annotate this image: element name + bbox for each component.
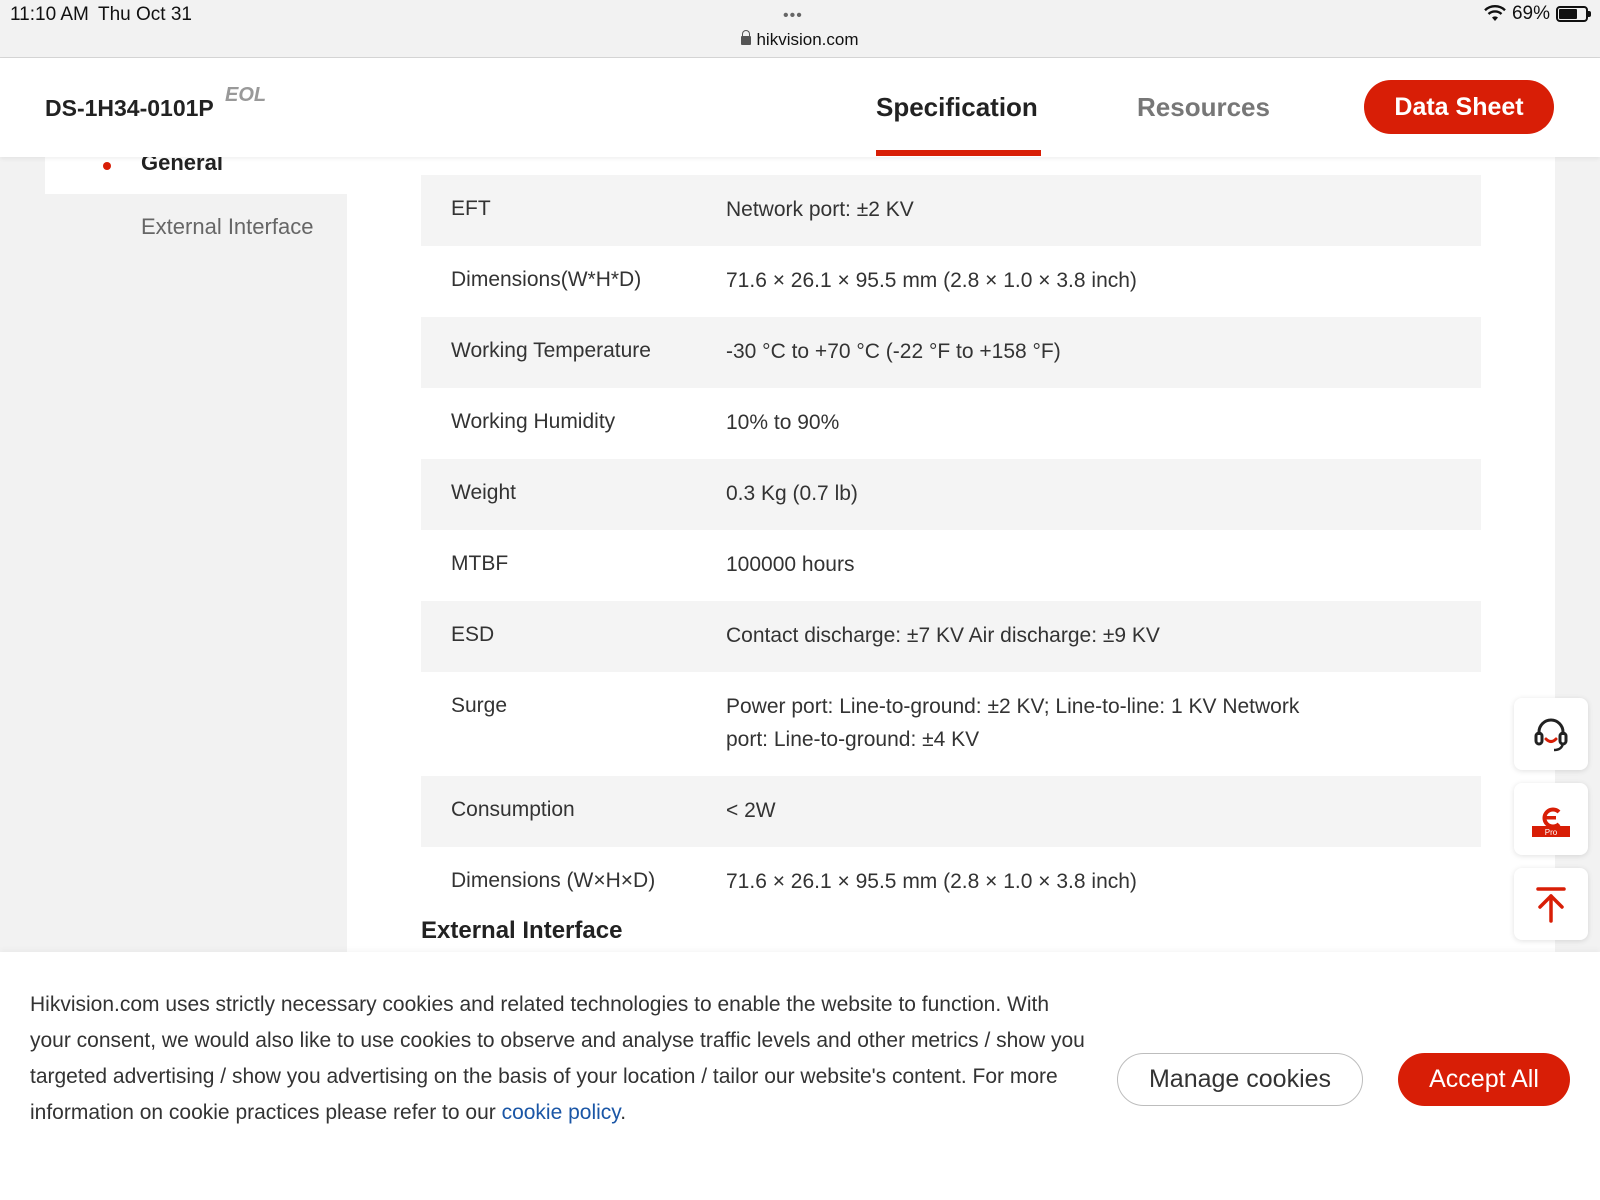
spec-value: Network port: ±2 KV bbox=[726, 198, 914, 221]
battery-level-fill bbox=[1559, 9, 1577, 19]
spec-value: < 2W bbox=[726, 799, 776, 822]
spec-key: Working Humidity bbox=[451, 410, 616, 433]
pro-app-icon: Pro bbox=[1532, 807, 1570, 837]
tab-resources[interactable]: Resources bbox=[1137, 92, 1270, 123]
spec-value: Power port: Line-to-ground: ±2 KV; Line-… bbox=[726, 695, 1300, 751]
support-button[interactable] bbox=[1514, 698, 1588, 770]
sidebar-item-external-interface[interactable]: External Interface bbox=[141, 214, 313, 240]
table-row: Weight 0.3 Kg (0.7 lb) bbox=[421, 459, 1481, 530]
cookie-message: Hikvision.com uses strictly necessary co… bbox=[30, 987, 1090, 1131]
address-bar[interactable]: hikvision.com bbox=[0, 30, 1600, 50]
manage-cookies-button[interactable]: Manage cookies bbox=[1117, 1053, 1363, 1106]
spec-content: EFT Network port: ±2 KV Dimensions(W*H*D… bbox=[347, 157, 1555, 952]
wifi-icon bbox=[1484, 5, 1506, 21]
section-title-external-interface: External Interface bbox=[421, 917, 623, 944]
status-indicators: 69% bbox=[1484, 3, 1591, 25]
spec-value: -30 °C to +70 °C (-22 °F to +158 °F) bbox=[726, 340, 1061, 363]
status-date: Thu Oct 31 bbox=[98, 4, 192, 25]
active-dot-icon bbox=[103, 162, 111, 170]
battery-icon bbox=[1556, 6, 1591, 22]
spec-key: Dimensions (W×H×D) bbox=[451, 869, 656, 892]
product-model: DS-1H34-0101P bbox=[45, 95, 214, 121]
battery-percent: 69% bbox=[1511, 3, 1550, 24]
pro-label: Pro bbox=[1545, 828, 1558, 837]
spec-key: Dimensions(W*H*D) bbox=[451, 268, 642, 291]
status-bar: 11:10 AM Thu Oct 31 ••• hikvision.com 69… bbox=[0, 0, 1600, 58]
table-row: Consumption < 2W bbox=[421, 776, 1481, 847]
spec-key: EFT bbox=[451, 197, 491, 220]
table-row: Dimensions (W×H×D) 71.6 × 26.1 × 95.5 mm… bbox=[421, 847, 1481, 918]
spec-value: 71.6 × 26.1 × 95.5 mm (2.8 × 1.0 × 3.8 i… bbox=[726, 870, 1137, 893]
table-row: ESD Contact discharge: ±7 KV Air dischar… bbox=[421, 601, 1481, 672]
table-row: MTBF 100000 hours bbox=[421, 530, 1481, 601]
cookie-policy-link[interactable]: cookie policy bbox=[502, 1101, 621, 1124]
table-row: Working Temperature -30 °C to +70 °C (-2… bbox=[421, 317, 1481, 388]
spec-key: MTBF bbox=[451, 552, 509, 575]
spec-key: Consumption bbox=[451, 798, 575, 821]
spec-value: 0.3 Kg (0.7 lb) bbox=[726, 482, 858, 505]
eol-badge: EOL bbox=[225, 84, 267, 106]
active-tab-indicator bbox=[876, 150, 1041, 156]
spec-sidebar: General External Interface bbox=[45, 150, 347, 950]
headset-icon bbox=[1534, 718, 1568, 752]
product-header: DS-1H34-0101P EOL Specification Resource… bbox=[0, 58, 1600, 157]
table-row: Dimensions(W*H*D) 71.6 × 26.1 × 95.5 mm … bbox=[421, 246, 1481, 317]
table-row: EFT Network port: ±2 KV bbox=[421, 175, 1481, 246]
status-time: 11:10 AM bbox=[10, 4, 89, 25]
address-url: hikvision.com bbox=[756, 30, 859, 49]
data-sheet-button[interactable]: Data Sheet bbox=[1364, 80, 1554, 134]
cookie-banner: Hikvision.com uses strictly necessary co… bbox=[0, 952, 1600, 1200]
spec-key: Surge bbox=[451, 694, 508, 717]
browser-menu-dots[interactable]: ••• bbox=[783, 7, 803, 25]
spec-key: Weight bbox=[451, 481, 516, 504]
table-row: Surge Power port: Line-to-ground: ±2 KV;… bbox=[421, 672, 1481, 776]
back-to-top-icon bbox=[1536, 887, 1566, 923]
spec-value: 100000 hours bbox=[726, 553, 855, 576]
cookie-text-end: . bbox=[620, 1101, 627, 1124]
accept-all-button[interactable]: Accept All bbox=[1398, 1053, 1570, 1106]
spec-table: EFT Network port: ±2 KV Dimensions(W*H*D… bbox=[421, 175, 1481, 918]
tab-specification[interactable]: Specification bbox=[876, 92, 1038, 123]
spec-value: Contact discharge: ±7 KV Air discharge: … bbox=[726, 624, 1160, 647]
pro-app-button[interactable]: Pro bbox=[1514, 783, 1588, 855]
table-row: Working Humidity 10% to 90% bbox=[421, 388, 1481, 459]
lock-icon bbox=[741, 30, 752, 45]
spec-value: 10% to 90% bbox=[726, 411, 840, 434]
spec-key: Working Temperature bbox=[451, 339, 651, 362]
spec-key: ESD bbox=[451, 623, 495, 646]
back-to-top-button[interactable] bbox=[1514, 868, 1588, 940]
spec-value: 71.6 × 26.1 × 95.5 mm (2.8 × 1.0 × 3.8 i… bbox=[726, 269, 1137, 292]
